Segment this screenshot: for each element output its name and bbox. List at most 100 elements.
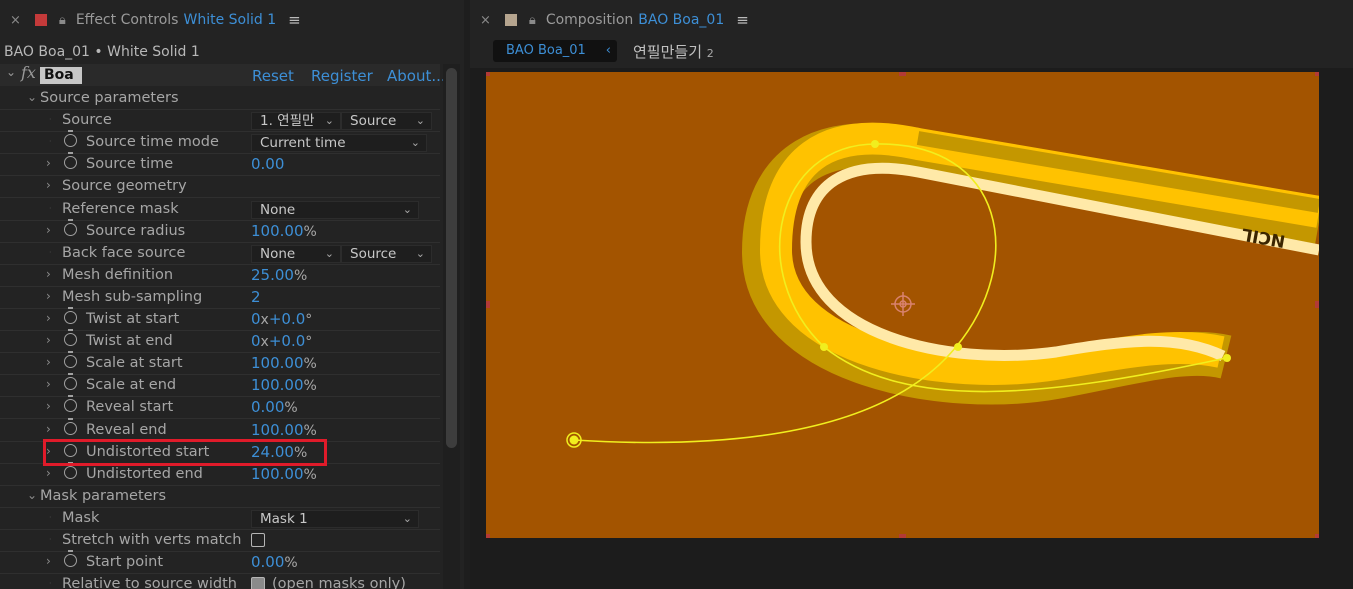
source-dropdown[interactable]: Source ⌄ [341, 112, 432, 131]
source-dropdown[interactable]: Source ⌄ [341, 244, 432, 263]
chevron-right-icon[interactable]: › [46, 156, 51, 170]
property-value[interactable]: 0.00% [251, 553, 298, 571]
property-value[interactable]: 2 [251, 288, 261, 306]
property-value[interactable]: 0.00 [251, 155, 284, 173]
property-row[interactable]: › Reveal start 0.00% [0, 395, 440, 420]
twist-revs[interactable]: 0 [251, 332, 261, 350]
twist-value[interactable]: 0x+0.0° [251, 310, 312, 328]
chevron-right-icon[interactable]: › [46, 289, 51, 303]
property-row[interactable]: › Source geometry [0, 176, 440, 199]
dropdown[interactable]: None ⌄ [251, 244, 341, 263]
lock-icon[interactable]: 🔒︎ [529, 13, 536, 28]
chevron-down-icon[interactable]: ⌄ [27, 90, 37, 104]
chevron-right-icon[interactable]: › [46, 178, 51, 192]
effect-controls-tab[interactable]: × 🔒︎ Effect Controls White Solid 1 ≡ [0, 0, 301, 40]
stopwatch-icon[interactable] [64, 329, 77, 347]
mask-vertex[interactable] [820, 343, 828, 351]
property-value[interactable]: 100.00% [251, 376, 317, 394]
chevron-right-icon[interactable]: › [46, 377, 51, 391]
chevron-right-icon[interactable]: › [46, 333, 51, 347]
chevron-right-icon[interactable]: › [46, 267, 51, 281]
panel-menu-icon[interactable]: ≡ [288, 11, 301, 29]
property-row[interactable]: › Scale at start 100.00% [0, 351, 440, 376]
dropdown[interactable]: None ⌄ [251, 200, 419, 219]
stopwatch-icon[interactable] [64, 461, 77, 479]
value-number[interactable]: 0.00 [251, 398, 284, 416]
property-row[interactable]: › Scale at end 100.00% [0, 373, 440, 398]
value-number[interactable]: 25.00 [251, 266, 294, 284]
property-row[interactable]: ⌄ Source parameters [0, 88, 440, 110]
property-row[interactable]: › Twist at end 0x+0.0° [0, 329, 440, 354]
composition-viewer[interactable]: NCIL [470, 68, 1353, 589]
value-number[interactable]: 100.00 [251, 421, 304, 439]
property-row[interactable]: · Stretch with verts match [0, 530, 440, 552]
dropdown[interactable]: 1. 연필만 ⌄ [251, 112, 341, 131]
chevron-right-icon[interactable]: › [46, 355, 51, 369]
property-row[interactable]: · Source time mode Current time ⌄ [0, 130, 440, 155]
chevron-right-icon[interactable]: › [46, 223, 51, 237]
mask-first-vertex[interactable] [569, 435, 579, 445]
lock-icon[interactable]: 🔒︎ [59, 13, 66, 28]
mask-vertex[interactable] [871, 140, 879, 148]
value-number[interactable]: 0.00 [251, 155, 284, 173]
property-row[interactable]: › Source radius 100.00% [0, 218, 440, 243]
fx-icon[interactable]: fx [21, 63, 36, 82]
property-value[interactable]: 0.00% [251, 398, 298, 416]
breadcrumb-next[interactable]: 연필만들기 2 [633, 41, 714, 62]
dropdown[interactable]: Mask 1 ⌄ [251, 509, 419, 528]
property-row[interactable]: › Start point 0.00% [0, 550, 440, 575]
stopwatch-icon[interactable] [64, 307, 77, 324]
scrollbar-thumb[interactable] [446, 68, 457, 448]
chevron-right-icon[interactable]: › [46, 554, 51, 568]
chevron-right-icon[interactable]: › [46, 422, 51, 436]
property-value[interactable]: 100.00% [251, 354, 317, 372]
chevron-right-icon[interactable]: › [46, 466, 51, 480]
property-row[interactable]: · Relative to source width (open masks onl… [0, 574, 440, 589]
stopwatch-icon[interactable] [64, 395, 77, 413]
property-row[interactable]: · Source 1. 연필만 ⌄ Source ⌄ [0, 110, 440, 133]
breadcrumb-active[interactable]: BAO Boa_01 ‹ [493, 40, 617, 62]
stopwatch-icon[interactable] [64, 417, 77, 435]
close-panel-icon[interactable]: × [10, 13, 21, 28]
property-value[interactable]: 100.00% [251, 465, 317, 483]
register-link[interactable]: Register [311, 67, 373, 85]
panel-menu-icon[interactable]: ≡ [736, 11, 749, 29]
scrollbar[interactable] [443, 64, 460, 589]
value-number[interactable]: 0.00 [251, 553, 284, 571]
property-row[interactable]: › Mesh sub-sampling 2 [0, 287, 440, 309]
reset-link[interactable]: Reset [252, 67, 294, 85]
property-row[interactable]: ⌄ Mask parameters [0, 486, 440, 508]
stopwatch-icon[interactable] [64, 351, 77, 369]
property-value[interactable]: 100.00% [251, 421, 317, 439]
chevron-right-icon[interactable]: › [46, 311, 51, 325]
close-panel-icon[interactable]: × [480, 13, 491, 28]
dropdown[interactable]: Current time ⌄ [251, 134, 427, 153]
property-row[interactable]: · Reference mask None ⌄ [0, 199, 440, 221]
about-link[interactable]: About... [387, 67, 446, 85]
value-number[interactable]: 100.00 [251, 465, 304, 483]
stopwatch-icon[interactable] [64, 152, 77, 170]
property-row[interactable]: › Twist at start 0x+0.0° [0, 307, 440, 331]
property-value[interactable]: 100.00% [251, 222, 317, 240]
mask-vertex[interactable] [954, 343, 962, 351]
chevron-down-icon[interactable]: ⌄ [27, 488, 37, 502]
comp-canvas[interactable]: NCIL [486, 72, 1319, 538]
property-row[interactable]: · Back face source None ⌄ Source ⌄ [0, 243, 440, 265]
chevron-down-icon[interactable]: ⌄ [6, 65, 16, 79]
stopwatch-icon[interactable] [64, 373, 77, 391]
property-row[interactable]: › Source time 0.00 [0, 152, 440, 177]
composition-tab[interactable]: × 🔒︎ Composition BAO Boa_01 ≡ [470, 0, 749, 40]
mask-vertex[interactable] [1223, 354, 1231, 362]
stopwatch-icon[interactable] [64, 550, 77, 568]
value-number[interactable]: 2 [251, 288, 261, 306]
stopwatch-icon[interactable] [64, 130, 77, 148]
stopwatch-icon[interactable] [64, 218, 77, 236]
twist-degrees[interactable]: +0.0 [269, 310, 305, 328]
value-number[interactable]: 100.00 [251, 354, 304, 372]
checkbox[interactable] [251, 577, 265, 589]
property-value[interactable]: 25.00% [251, 266, 307, 284]
property-row[interactable]: › Undistorted end 100.00% [0, 461, 440, 486]
twist-degrees[interactable]: +0.0 [269, 332, 305, 350]
twist-value[interactable]: 0x+0.0° [251, 332, 312, 350]
twist-revs[interactable]: 0 [251, 310, 261, 328]
